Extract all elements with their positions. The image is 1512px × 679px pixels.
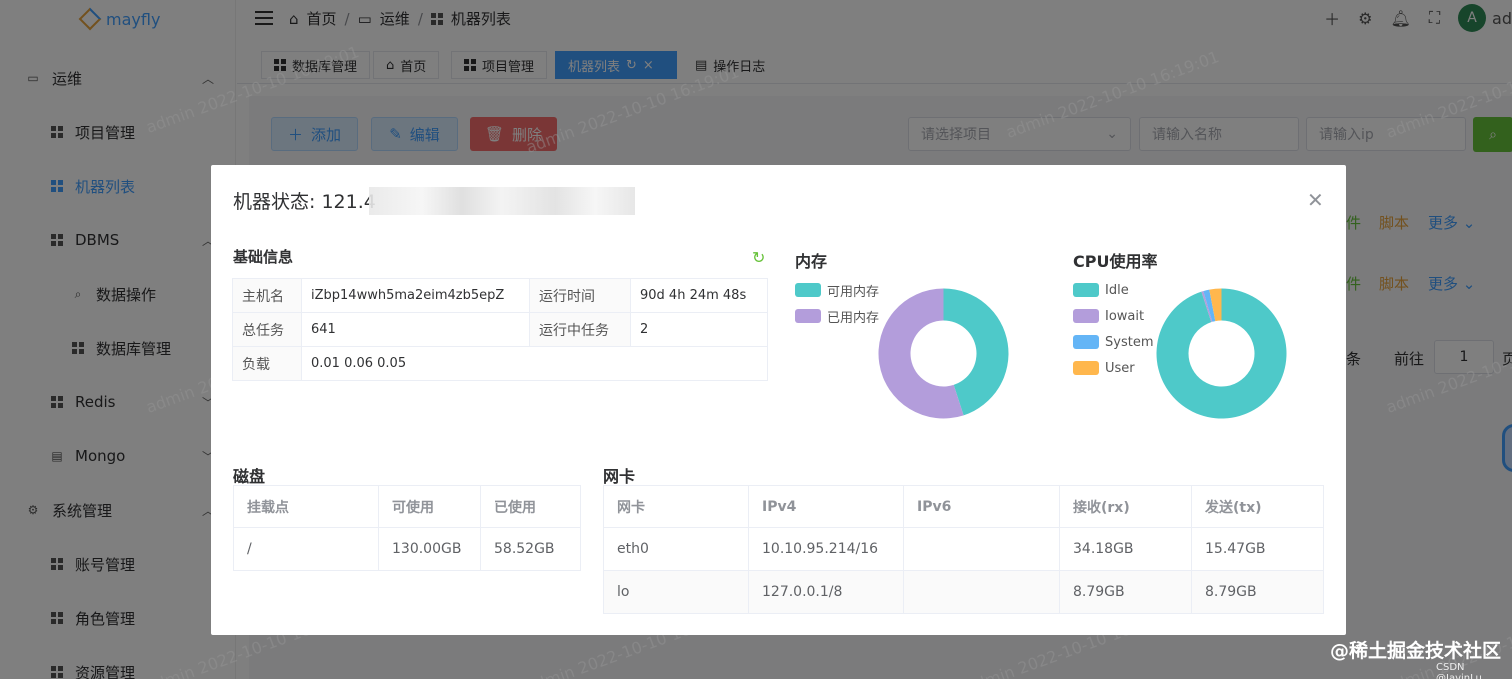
- disk-cell-mount: /: [233, 527, 379, 571]
- table-row: lo 127.0.0.1/8 8.79GB 8.79GB: [603, 570, 1324, 614]
- dialog-title: 机器状态: 121.4: [233, 191, 376, 213]
- memory-legend: 可用内存 已用内存: [795, 281, 879, 326]
- redacted-ip: [369, 187, 635, 215]
- legend-item[interactable]: 可用内存: [795, 281, 879, 300]
- uptime-label: 运行时间: [529, 278, 631, 313]
- machine-status-dialog: 机器状态: 121.4 ✕ 基础信息 ↻ 主机名 iZbp14wwh5ma2ei…: [211, 165, 1346, 635]
- nic-header-ipv4: IPv4: [748, 485, 904, 528]
- disk-title: 磁盘: [233, 467, 266, 486]
- disk-table: 挂载点 可使用 已使用 / 130.00GB 58.52GB: [233, 485, 581, 571]
- nic-header-name: 网卡: [603, 485, 749, 528]
- tasks-label: 总任务: [232, 312, 302, 347]
- nic-cell-ipv6: [903, 527, 1060, 571]
- disk-cell-available: 130.00GB: [378, 527, 481, 571]
- tasks-value: 641: [301, 312, 530, 347]
- nic-cell-ipv4: 127.0.0.1/8: [748, 570, 904, 614]
- basic-info-table: 主机名 iZbp14wwh5ma2eim4zb5epZ 运行时间 90d 4h …: [232, 278, 768, 381]
- disk-cell-used: 58.52GB: [480, 527, 581, 571]
- cpu-donut-chart: [1156, 288, 1287, 419]
- uptime-value: 90d 4h 24m 48s: [630, 278, 768, 313]
- nic-cell-name: eth0: [603, 527, 749, 571]
- basic-info-title: 基础信息: [233, 248, 294, 266]
- disk-header-used: 已使用: [480, 485, 581, 528]
- memory-donut-chart: [878, 288, 1009, 419]
- nic-header-rx: 接收(rx): [1059, 485, 1192, 528]
- nic-cell-ipv6: [903, 570, 1060, 614]
- nic-cell-tx: 8.79GB: [1191, 570, 1324, 614]
- refresh-icon[interactable]: ↻: [752, 248, 765, 267]
- table-row: / 130.00GB 58.52GB: [233, 527, 581, 571]
- cpu-legend: Idle Iowait System User: [1073, 281, 1153, 377]
- legend-item[interactable]: User: [1073, 359, 1153, 377]
- cpu-title: CPU使用率: [1073, 252, 1158, 271]
- close-icon[interactable]: ✕: [1307, 188, 1324, 212]
- legend-item[interactable]: Idle: [1073, 281, 1153, 299]
- memory-title: 内存: [795, 252, 828, 271]
- nic-cell-name: lo: [603, 570, 749, 614]
- site-watermark: @稀土掘金技术社区: [1330, 640, 1502, 662]
- nic-cell-ipv4: 10.10.95.214/16: [748, 527, 904, 571]
- load-value: 0.01 0.06 0.05: [301, 346, 768, 381]
- nic-title: 网卡: [603, 467, 636, 486]
- table-row: eth0 10.10.95.214/16 34.18GB 15.47GB: [603, 527, 1324, 571]
- nic-table: 网卡 IPv4 IPv6 接收(rx) 发送(tx) eth0 10.10.95…: [603, 485, 1324, 614]
- legend-item[interactable]: 已用内存: [795, 307, 879, 326]
- nic-header-ipv6: IPv6: [903, 485, 1060, 528]
- nic-cell-tx: 15.47GB: [1191, 527, 1324, 571]
- csdn-watermark: CSDN @JavinLu: [1436, 662, 1482, 679]
- load-label: 负载: [232, 346, 302, 381]
- nic-header-tx: 发送(tx): [1191, 485, 1324, 528]
- nic-cell-rx: 8.79GB: [1059, 570, 1192, 614]
- disk-header-available: 可使用: [378, 485, 481, 528]
- hostname-value: iZbp14wwh5ma2eim4zb5epZ: [301, 278, 530, 313]
- nic-cell-rx: 34.18GB: [1059, 527, 1192, 571]
- legend-item[interactable]: Iowait: [1073, 307, 1153, 325]
- legend-item[interactable]: System: [1073, 333, 1153, 351]
- running-tasks-value: 2: [630, 312, 768, 347]
- disk-header-mount: 挂载点: [233, 485, 379, 528]
- hostname-label: 主机名: [232, 278, 302, 313]
- running-tasks-label: 运行中任务: [529, 312, 631, 347]
